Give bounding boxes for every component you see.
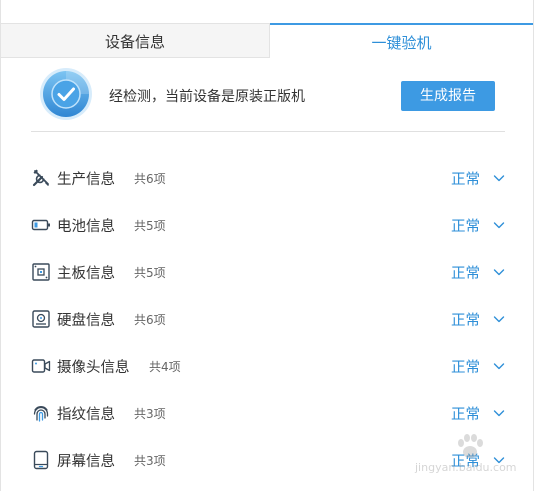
tab-bar: 设备信息 一键验机 [1,23,533,58]
tab-device-info[interactable]: 设备信息 [1,23,270,58]
chevron-down-icon[interactable] [493,313,505,325]
verified-check-icon [40,68,92,120]
check-item-fingerprint[interactable]: 指纹信息 共3项 正常 [31,390,507,437]
check-item-title: 指纹信息 [57,407,115,423]
chevron-down-icon[interactable] [493,407,505,419]
check-item-title: 硬盘信息 [57,313,115,329]
divider [31,131,505,132]
check-item-count: 共3项 [134,407,166,421]
check-item-production[interactable]: 生产信息 共6项 正常 [31,155,507,202]
status-normal: 正常 [451,360,480,376]
motherboard-icon [32,263,50,281]
chevron-down-icon[interactable] [493,266,505,278]
status-normal: 正常 [451,313,480,329]
tools-icon [32,169,49,187]
status-normal: 正常 [451,172,480,188]
check-item-count: 共6项 [134,172,166,186]
check-item-title: 摄像头信息 [57,360,130,376]
check-item-title: 屏幕信息 [57,454,115,470]
check-item-title: 主板信息 [57,266,115,282]
check-item-title: 生产信息 [57,172,115,188]
check-item-count: 共5项 [134,266,166,280]
chevron-down-icon[interactable] [493,219,505,231]
tab-one-click-verify[interactable]: 一键验机 [270,23,533,58]
fingerprint-icon [33,406,49,422]
camera-icon [31,359,51,373]
check-item-screen[interactable]: 屏幕信息 共3项 正常 [31,437,507,484]
check-item-count: 共6项 [134,313,166,327]
battery-icon [31,219,50,231]
chevron-down-icon[interactable] [493,360,505,372]
status-normal: 正常 [451,266,480,282]
status-normal: 正常 [451,219,480,235]
status-normal: 正常 [451,454,480,470]
verify-panel: 设备信息 一键验机 经检测，当前设备是原装正版机 生成报告 生产信息 共6项 正… [0,0,534,491]
status-normal: 正常 [451,407,480,423]
verify-result: 经检测，当前设备是原装正版机 生成报告 [39,67,509,125]
check-item-disk[interactable]: 硬盘信息 共6项 正常 [31,296,507,343]
disk-icon [32,310,50,328]
check-item-camera[interactable]: 摄像头信息 共4项 正常 [31,343,507,390]
chevron-down-icon[interactable] [493,172,505,184]
chevron-down-icon[interactable] [493,454,505,466]
check-item-title: 电池信息 [57,219,115,235]
screen-icon [33,450,49,470]
generate-report-button[interactable]: 生成报告 [401,81,495,111]
check-item-count: 共3项 [134,454,166,468]
check-list: 生产信息 共6项 正常 电池信息 共5项 正常 主板信息 共5项 正常 硬盘信息… [31,155,507,484]
verify-result-message: 经检测，当前设备是原装正版机 [109,89,305,105]
check-item-battery[interactable]: 电池信息 共5项 正常 [31,202,507,249]
check-item-count: 共5项 [134,219,166,233]
check-item-count: 共4项 [149,360,181,374]
check-item-motherboard[interactable]: 主板信息 共5项 正常 [31,249,507,296]
